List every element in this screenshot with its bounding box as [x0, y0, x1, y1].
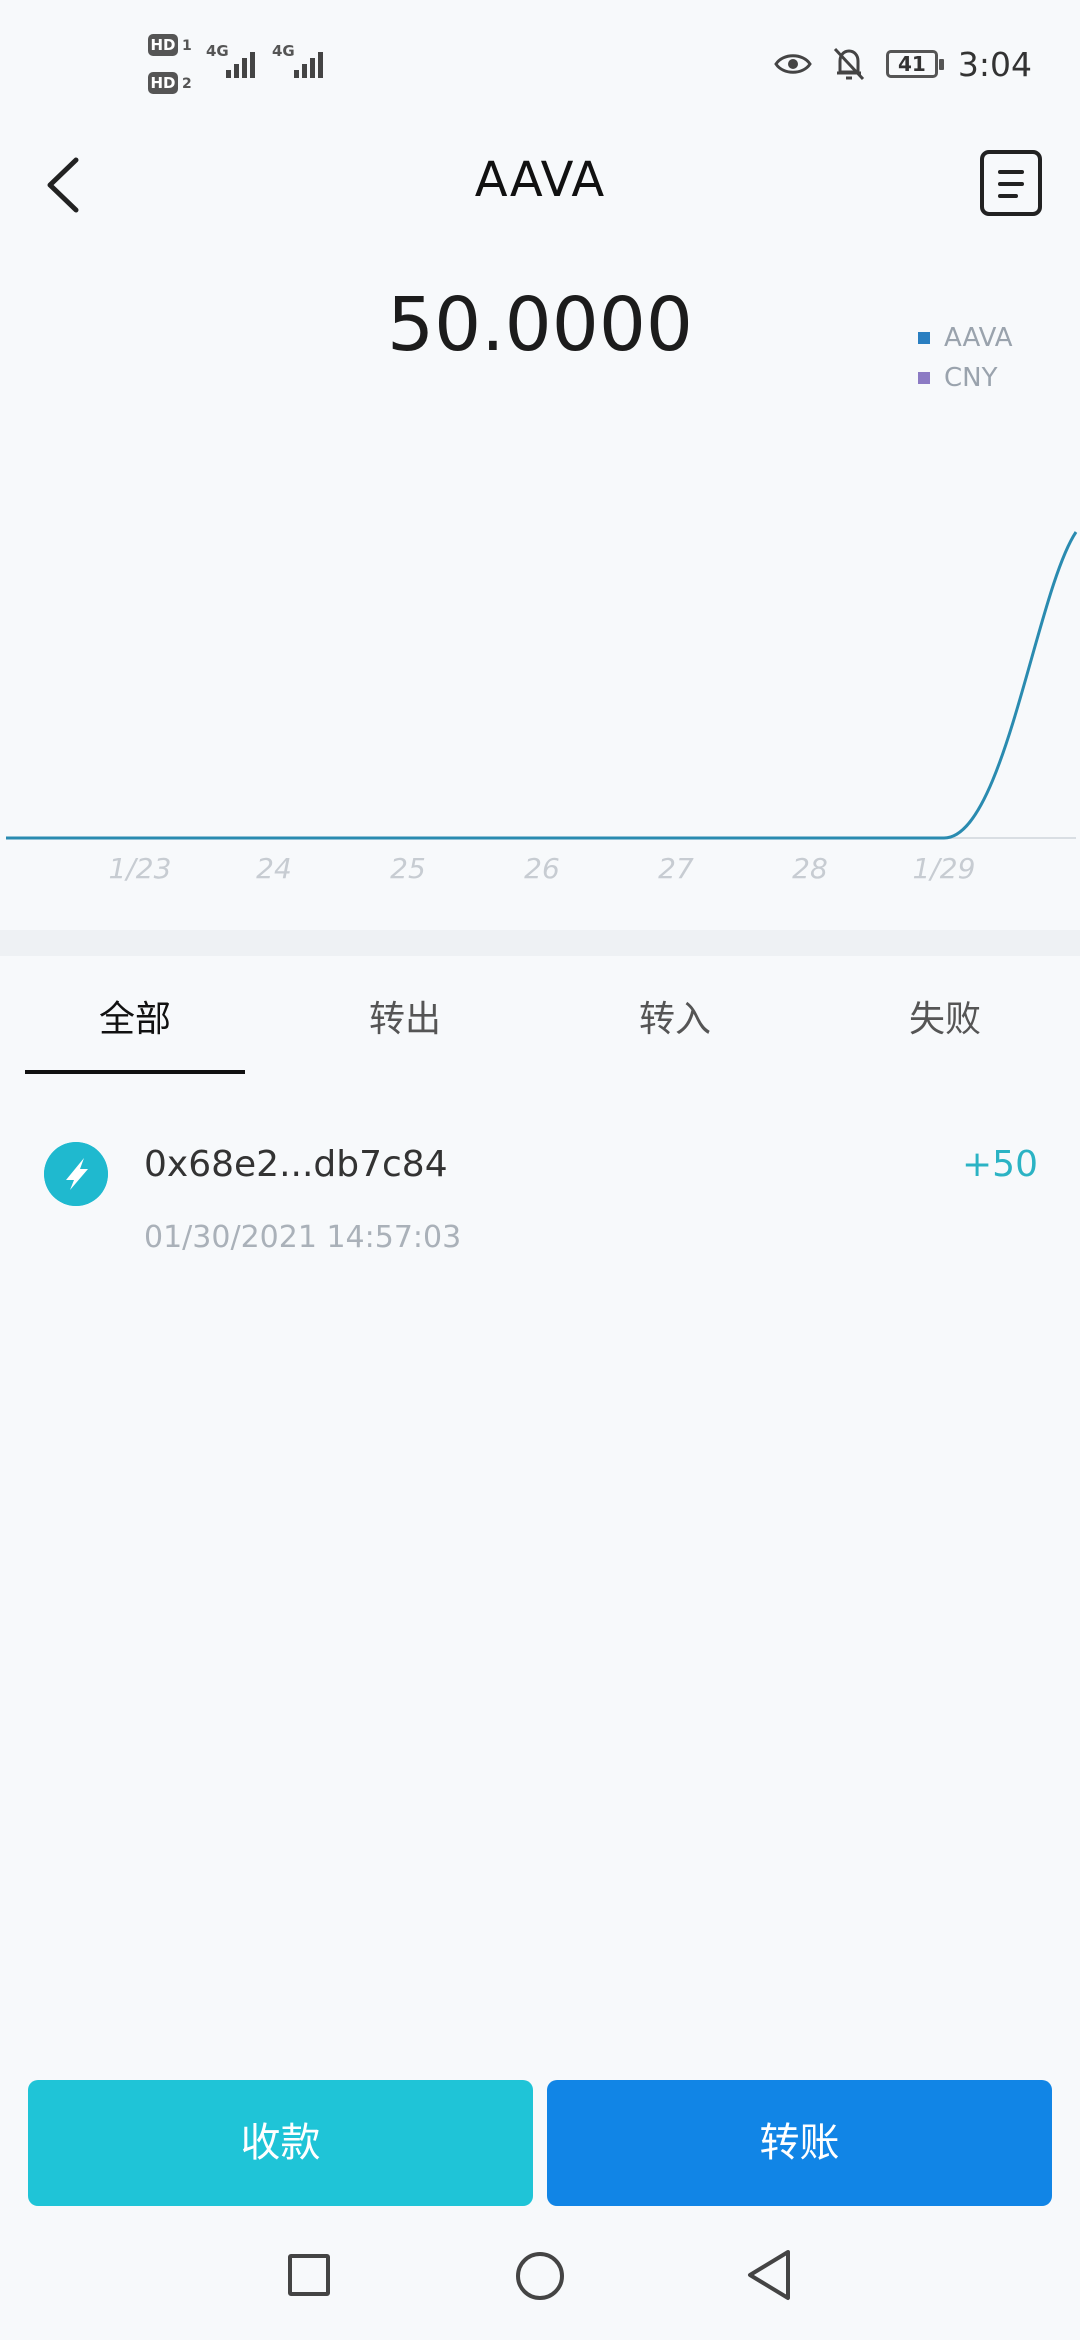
section-divider	[0, 930, 1080, 956]
list-icon-line	[998, 182, 1024, 186]
system-back-button[interactable]	[744, 2248, 794, 2302]
status-bar: HD 1 HD 2 4G 4G 41 3:04	[0, 0, 1080, 130]
legend-item-aava[interactable]: AAVA	[918, 318, 1013, 358]
transaction-address: 0x68e2...db7c84	[144, 1144, 448, 1185]
network-type-sim2: 4G	[272, 42, 295, 60]
legend-swatch	[918, 332, 930, 344]
battery-icon: 41	[885, 50, 944, 78]
chart-legend: AAVA CNY	[918, 318, 1013, 398]
list-icon-line	[998, 170, 1024, 174]
recent-apps-button[interactable]	[288, 2254, 330, 2296]
tab-incoming[interactable]: 转入	[540, 960, 810, 1080]
x-tick-label: 26	[524, 852, 560, 885]
receive-button[interactable]: 收款	[28, 2080, 533, 2206]
page-title: AAVA	[474, 152, 606, 208]
transaction-row[interactable]: 0x68e2...db7c84 01/30/2021 14:57:03 +50	[0, 1100, 1080, 1280]
clock: 3:04	[957, 44, 1032, 84]
action-buttons: 收款 转账	[28, 2080, 1052, 2206]
x-tick-label: 1/23	[109, 852, 172, 885]
balance-chart: 1/23 24 25 26 27 28 1/29	[6, 531, 1078, 885]
transaction-time: 01/30/2021 14:57:03	[144, 1220, 462, 1255]
app-header: AAVA	[0, 130, 1080, 240]
legend-label: CNY	[944, 363, 998, 393]
signal-strength-sim2-icon	[294, 48, 323, 78]
legend-item-cny[interactable]: CNY	[918, 358, 1013, 398]
series-line-aava	[6, 531, 1078, 840]
status-icons: 41 3:04	[774, 44, 1032, 84]
hd-badge-sim2: HD	[148, 72, 178, 94]
incoming-arrow-icon	[44, 1142, 108, 1206]
transfer-button[interactable]: 转账	[547, 2080, 1052, 2206]
sim1-label: 1	[182, 38, 192, 54]
eye-icon	[774, 54, 812, 74]
triangle-back-icon	[748, 2250, 790, 2300]
transaction-amount: +50	[962, 1144, 1038, 1185]
list-icon-line	[998, 194, 1018, 198]
x-tick-label: 28	[792, 852, 828, 885]
x-tick-label: 24	[256, 852, 292, 885]
x-tick-label: 1/29	[913, 852, 976, 885]
signal-strength-sim1-icon	[226, 48, 255, 78]
home-button[interactable]	[516, 2252, 564, 2300]
sim2-label: 2	[182, 76, 192, 92]
tab-failed[interactable]: 失败	[810, 960, 1080, 1080]
legend-swatch	[918, 372, 930, 384]
x-tick-label: 25	[390, 852, 426, 885]
hd-badge-sim1: HD	[148, 34, 178, 56]
legend-label: AAVA	[944, 323, 1013, 353]
transaction-records-button[interactable]	[980, 150, 1042, 216]
tab-outgoing[interactable]: 转出	[270, 960, 540, 1080]
bell-muted-icon	[833, 47, 864, 81]
x-tick-label: 27	[658, 852, 694, 885]
transaction-filter-tabs: 全部 转出 转入 失败	[0, 960, 1080, 1080]
tab-all[interactable]: 全部	[0, 960, 270, 1080]
system-navigation-bar	[0, 2220, 1080, 2340]
